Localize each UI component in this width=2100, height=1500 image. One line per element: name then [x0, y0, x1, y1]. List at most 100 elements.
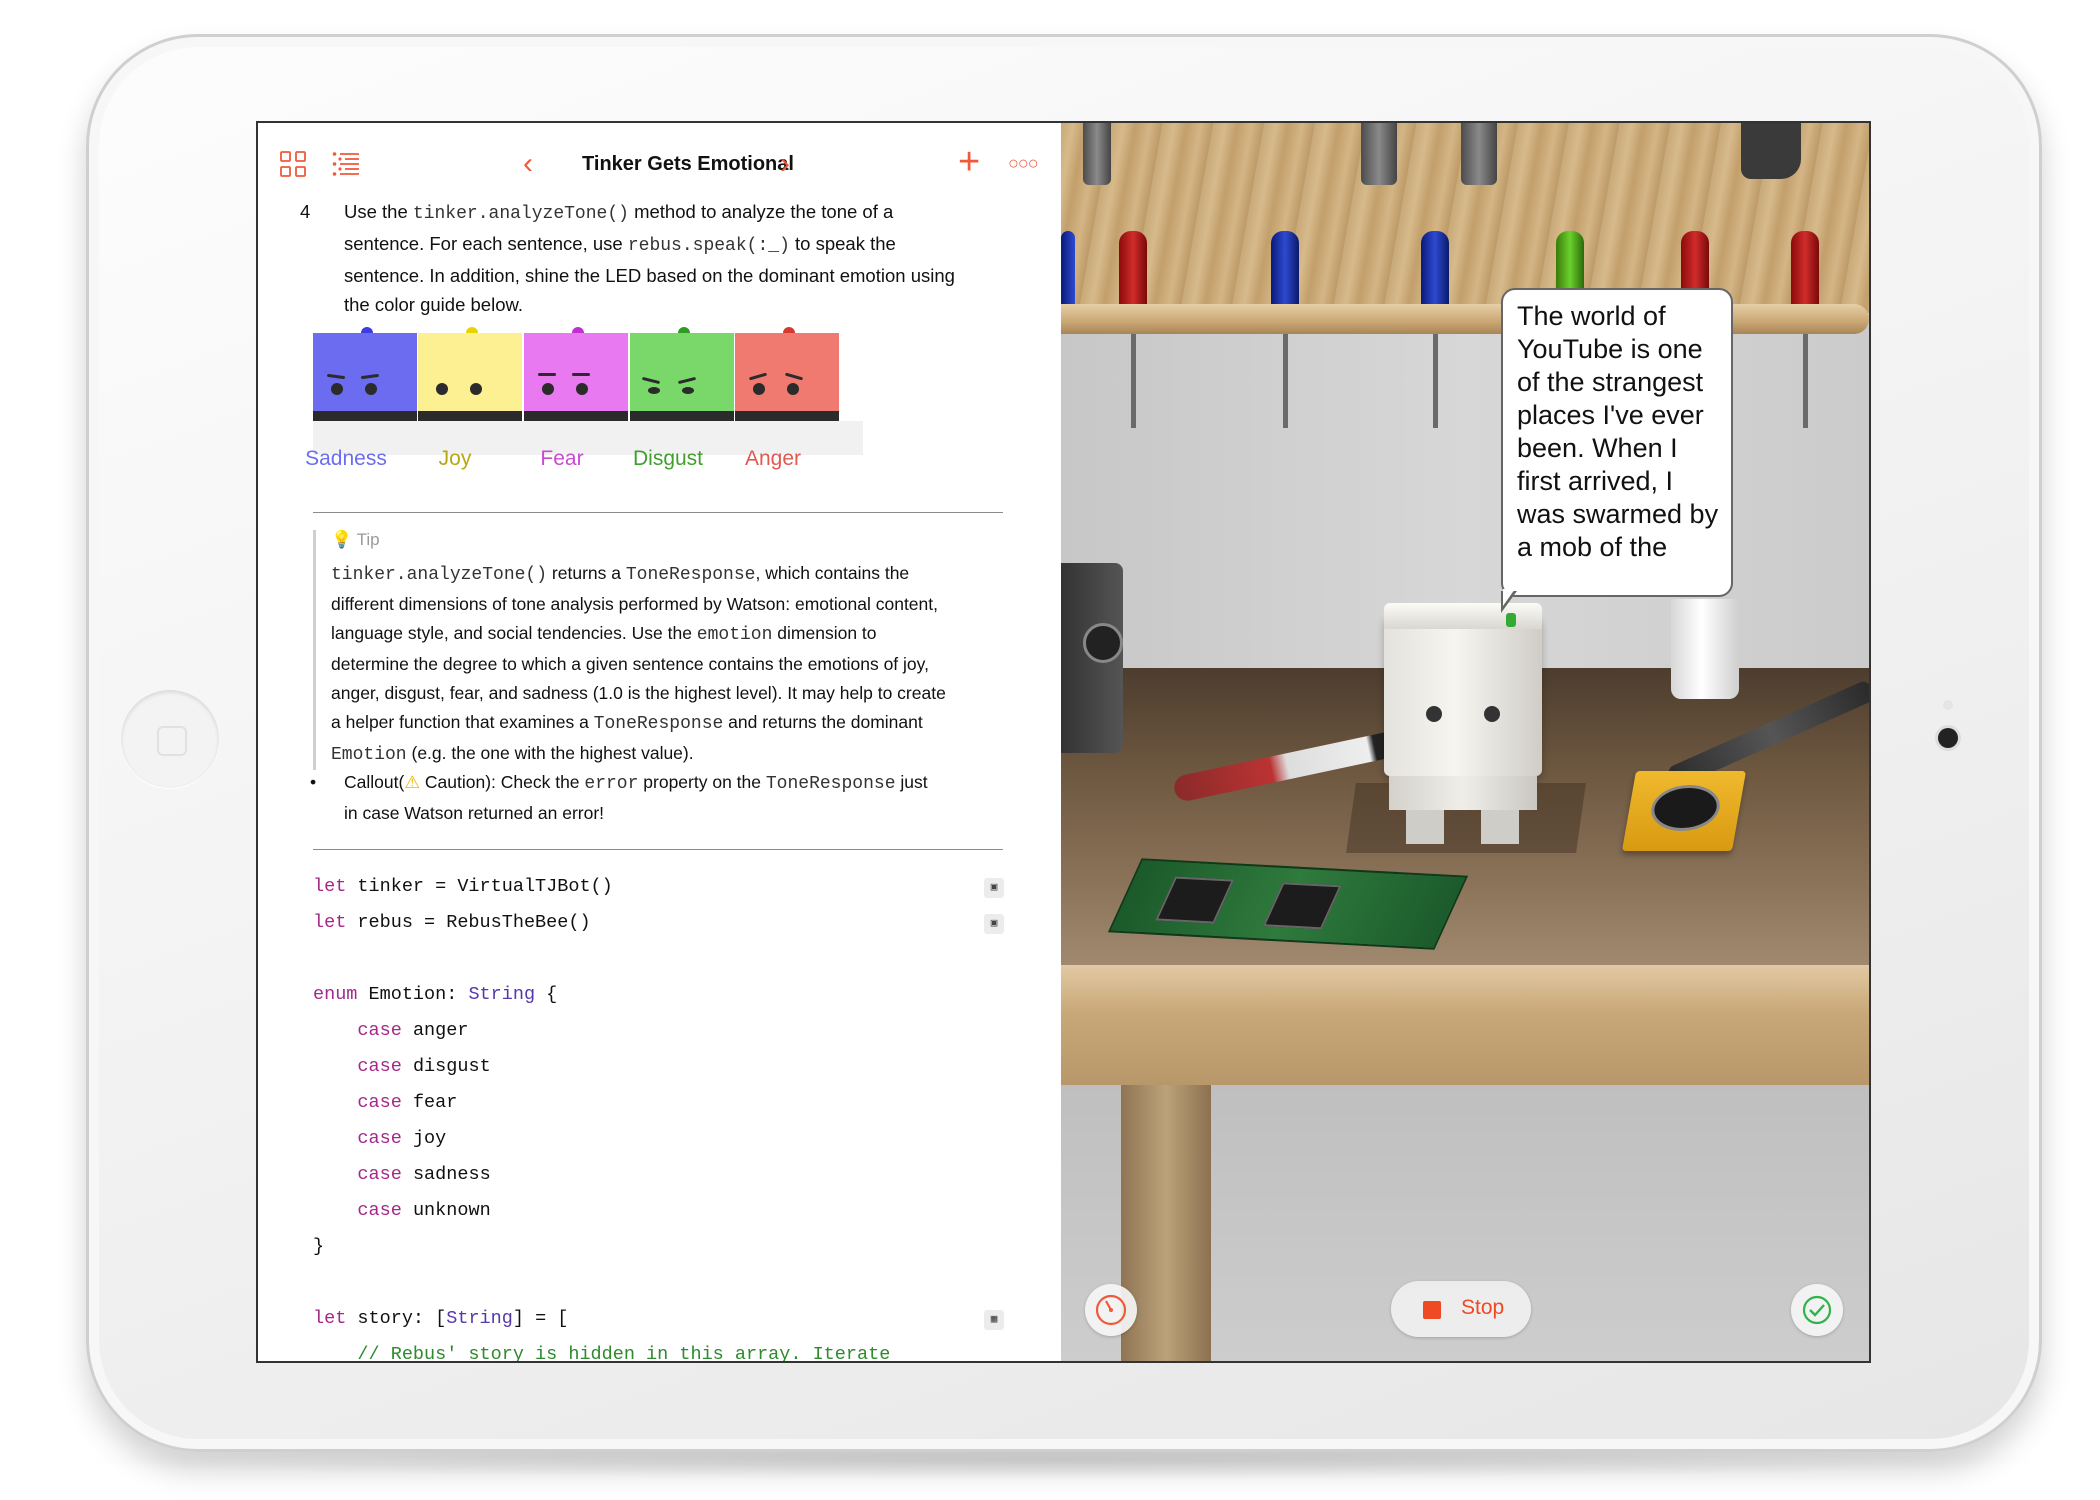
- emotion-color-guide: Sadness Joy Fear Disgust Anger: [305, 327, 1013, 487]
- stop-button[interactable]: Stop: [1391, 1281, 1531, 1337]
- tip-text: different dimensions of tone analysis pe…: [331, 594, 938, 614]
- tip-body: tinker.analyzeTone() returns a ToneRespo…: [331, 559, 1021, 770]
- robot-top: [1384, 603, 1542, 629]
- screwdriver-shaft: [1433, 328, 1438, 428]
- robot-led: [1506, 613, 1516, 627]
- eye: [365, 383, 377, 395]
- tip-callout: 💡 Tip tinker.analyzeTone() returns a Ton…: [313, 530, 1021, 770]
- code-line[interactable]: let tinker = VirtualTJBot() ▣: [313, 869, 1013, 905]
- toolbar: ‹ Tinker Gets Emotional › + ○○○: [258, 123, 1061, 185]
- code-line[interactable]: let story: [String] = [▦: [313, 1301, 1013, 1337]
- plus-icon[interactable]: +: [958, 143, 980, 181]
- keyword: case: [357, 1164, 402, 1185]
- code-text: {: [535, 984, 558, 1005]
- chevron-right-icon[interactable]: ›: [780, 149, 790, 179]
- eye: [682, 387, 694, 394]
- case-name: joy: [412, 1128, 447, 1149]
- code-snippet: ToneResponse: [593, 714, 724, 734]
- code-line[interactable]: case anger: [313, 1013, 1013, 1049]
- grid-icon[interactable]: [280, 151, 306, 182]
- tip-text: a helper function that examines a: [331, 712, 594, 732]
- callout-text: just: [895, 772, 928, 792]
- bullet-dot: •: [310, 772, 317, 792]
- keyword: let: [313, 876, 347, 897]
- bot-base: [418, 411, 522, 421]
- bot-base: [630, 411, 734, 421]
- status-button[interactable]: [1791, 1284, 1843, 1336]
- keyword: enum: [313, 984, 358, 1005]
- code-line[interactable]: case joy: [313, 1121, 1013, 1157]
- code-snippet: error: [584, 774, 639, 794]
- camera: [1938, 728, 1958, 748]
- chevron-left-icon[interactable]: ‹: [523, 149, 533, 179]
- bot-base: [524, 411, 628, 421]
- case-name: sadness: [412, 1164, 491, 1185]
- callout-text: Callout(: [344, 772, 405, 792]
- tip-text: dimension to: [772, 623, 877, 643]
- tool-handle: [1083, 123, 1111, 185]
- code-editor[interactable]: let tinker = VirtualTJBot() ▣ let rebus =…: [313, 869, 1013, 1361]
- grid-small-icon[interactable]: ▦: [984, 1310, 1004, 1330]
- code-line[interactable]: case disgust: [313, 1049, 1013, 1085]
- robot-eye: [1484, 706, 1500, 722]
- keyword: let: [313, 1308, 347, 1329]
- code-line[interactable]: }: [313, 1229, 1013, 1265]
- case-name: disgust: [412, 1056, 491, 1077]
- screen: ‹ Tinker Gets Emotional › + ○○○ 4 Use th…: [256, 121, 1871, 1363]
- eye: [787, 383, 799, 395]
- code-line[interactable]: case sadness: [313, 1157, 1013, 1193]
- tool-handle: [1361, 123, 1397, 185]
- step-number: 4: [300, 201, 311, 222]
- step-text: to speak the: [789, 233, 896, 254]
- eye: [331, 383, 343, 395]
- divider: [313, 512, 1003, 513]
- cube-icon[interactable]: ▣: [984, 878, 1004, 898]
- code-text: tinker = VirtualTJBot(): [346, 876, 613, 897]
- speed-button[interactable]: [1085, 1284, 1137, 1336]
- callout-text: Caution): Check the: [420, 772, 585, 792]
- speech-bubble: The world of YouTube is one of the stran…: [1501, 288, 1733, 597]
- tip-heading: 💡 Tip: [331, 530, 1021, 552]
- bot-base: [735, 411, 839, 421]
- code-snippet: ToneResponse: [765, 774, 896, 794]
- eye: [576, 383, 588, 395]
- brow: [641, 376, 661, 385]
- code-line[interactable]: enum Emotion: String {: [313, 977, 1013, 1013]
- step-line-3: sentence. In addition, shine the LED bas…: [344, 265, 955, 286]
- list-icon[interactable]: [332, 151, 360, 182]
- sensor: [1943, 700, 1953, 710]
- bot-face: [524, 333, 628, 411]
- code-line[interactable]: let rebus = RebusTheBee() ▣: [313, 905, 1013, 941]
- workbench-edge: [1061, 965, 1869, 1085]
- code-text: rebus = RebusTheBee(): [346, 912, 591, 933]
- home-button[interactable]: [121, 690, 219, 788]
- cube-icon[interactable]: ▣: [984, 914, 1004, 934]
- bot-base: [313, 411, 417, 421]
- tip-heading-text: Tip: [356, 530, 380, 549]
- case-name: fear: [412, 1092, 458, 1113]
- callout-text: property on the: [638, 772, 766, 792]
- keyword: case: [357, 1020, 402, 1041]
- code-comment[interactable]: // Rebus' story is hidden in this array.…: [313, 1337, 1013, 1361]
- speedometer-icon: [1095, 1294, 1127, 1326]
- brow: [326, 373, 346, 380]
- code-line[interactable]: case unknown: [313, 1193, 1013, 1229]
- code-snippet: tinker.analyzeTone(): [331, 565, 548, 585]
- screwdriver-shaft: [1283, 328, 1288, 428]
- warning-icon: ⚠: [404, 772, 421, 792]
- code-line[interactable]: [313, 1265, 1013, 1301]
- case-name: anger: [412, 1020, 469, 1041]
- tjbot-robot: [1384, 616, 1542, 776]
- code-line[interactable]: [313, 941, 1013, 977]
- eye: [648, 387, 660, 394]
- callout-text: in case Watson returned an error!: [344, 803, 605, 823]
- eye: [542, 383, 554, 395]
- chip: [1155, 876, 1235, 924]
- code-line[interactable]: case fear: [313, 1085, 1013, 1121]
- tip-text: (e.g. the one with the highest value).: [406, 743, 694, 763]
- bot-face: [735, 333, 839, 411]
- more-icon[interactable]: ○○○: [1008, 153, 1039, 174]
- eye: [470, 383, 482, 395]
- code-text: story: [: [346, 1308, 447, 1329]
- playground-page: ‹ Tinker Gets Emotional › + ○○○ 4 Use th…: [258, 123, 1061, 1361]
